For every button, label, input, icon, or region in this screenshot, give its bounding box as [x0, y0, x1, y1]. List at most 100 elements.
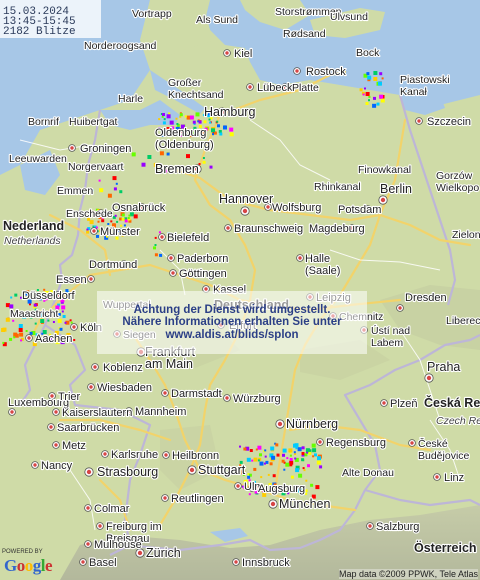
lightning-strike — [98, 179, 101, 182]
lightning-strike — [166, 114, 171, 119]
place-label: Stuttgart — [198, 463, 246, 477]
lightning-strike — [34, 322, 37, 325]
place-label: Augsburg — [258, 483, 305, 495]
lightning-strike — [209, 165, 213, 169]
place-label: Leeuwarden — [9, 153, 67, 165]
lightning-strike — [127, 217, 130, 219]
city-dot-center — [225, 51, 229, 55]
place-label: Rostock — [306, 66, 346, 78]
lightning-strike — [246, 457, 251, 462]
place-label: Koblenz — [103, 362, 143, 374]
lightning-strike — [264, 449, 267, 452]
lightning-strike — [373, 71, 378, 75]
lightning-strike — [159, 253, 163, 257]
place-label: Kiel — [234, 48, 252, 60]
lightning-strike — [195, 112, 200, 117]
lightning-strike — [116, 220, 119, 223]
lightning-strike — [9, 337, 13, 341]
lightning-strike — [12, 319, 15, 322]
city-dot-center — [295, 69, 299, 73]
lightning-strike — [365, 102, 369, 105]
lightning-strike — [14, 333, 19, 338]
place-label: Vortrapp — [132, 8, 172, 20]
city-dot-center — [169, 256, 173, 260]
place-label: Mulhouse — [94, 539, 142, 551]
place-label: Potsdam — [338, 204, 381, 216]
city-dot-center — [426, 375, 432, 381]
place-label: Kanał — [400, 86, 428, 98]
place-label: am Main — [145, 357, 193, 371]
weather-map[interactable]: Vortrapp Als SundStorstrømmenUlvsundRødsa… — [0, 0, 480, 580]
lightning-strike — [70, 321, 73, 324]
lightning-strike — [33, 303, 37, 307]
lightning-strike — [211, 128, 215, 133]
lightning-strike — [169, 120, 174, 125]
place-label: Harle — [118, 93, 143, 105]
lightning-strike — [202, 160, 206, 164]
place-label: Basel — [89, 557, 117, 569]
lightning-strike — [61, 310, 64, 313]
lightning-strike — [259, 461, 264, 466]
lightning-strike — [110, 220, 113, 223]
place-label: České — [418, 437, 448, 450]
lightning-strike — [107, 193, 112, 198]
place-label: Česká Rep — [424, 395, 480, 410]
place-label: Maastricht — [10, 308, 59, 320]
lightning-strike — [290, 475, 294, 479]
lightning-strike — [267, 473, 270, 476]
lightning-strike — [124, 219, 128, 223]
lightning-strike — [298, 473, 303, 478]
place-label: Kaiserslautern — [62, 407, 132, 419]
place-label: Heilbronn — [172, 450, 219, 462]
place-label: Düsseldorf — [22, 290, 76, 302]
city-dot-center — [410, 441, 414, 445]
lightning-strike — [153, 246, 156, 250]
place-label: Enschede — [66, 208, 113, 220]
place-label: Budějovice — [418, 450, 470, 462]
lightning-strike — [302, 467, 305, 470]
place-label: Mannheim — [135, 406, 186, 418]
lightning-strike — [86, 230, 90, 234]
place-label: Strasbourg — [97, 465, 158, 479]
lightning-strike — [229, 132, 234, 137]
lightning-strike — [107, 223, 110, 225]
lightning-strike — [368, 95, 371, 98]
place-label: Netherlands — [4, 235, 61, 247]
lightning-strike — [314, 453, 317, 457]
lightning-strike — [269, 462, 273, 466]
google-logo[interactable]: Google — [4, 556, 53, 576]
city-dot-center — [89, 277, 93, 281]
city-dot-center — [226, 226, 230, 230]
place-label: Colmar — [94, 503, 130, 515]
lightning-strike — [312, 448, 317, 453]
lightning-strike — [112, 176, 117, 181]
place-label: Platte — [292, 82, 319, 94]
lightning-strike — [282, 448, 287, 453]
lightning-strike — [198, 163, 201, 165]
notice-link[interactable]: www.aldis.at/blids/splon — [97, 329, 367, 341]
lightning-strike — [97, 220, 100, 223]
lightning-strike — [271, 455, 276, 460]
lightning-strike — [154, 236, 157, 239]
lightning-strike — [162, 113, 165, 116]
place-label: Großer — [168, 77, 202, 89]
lightning-strike — [301, 446, 305, 450]
place-label: Braunschweig — [234, 223, 303, 235]
lightning-strike — [189, 115, 194, 120]
lightning-strike — [311, 443, 316, 448]
lightning-strike — [247, 475, 251, 479]
place-label: Berlin — [380, 182, 412, 196]
lightning-strike — [248, 493, 251, 496]
lightning-strike — [259, 453, 262, 457]
place-label: Freiburg im — [106, 521, 162, 533]
city-dot-center — [368, 524, 372, 528]
lightning-strike — [154, 253, 158, 257]
place-label: Nancy — [41, 460, 73, 472]
place-label: Hamburg — [204, 105, 255, 119]
lightning-strike — [288, 448, 293, 453]
place-label: Alte Donau — [342, 467, 394, 479]
lightning-strike — [378, 81, 382, 86]
place-label: Linz — [444, 472, 464, 484]
city-dot-center — [86, 469, 92, 475]
lightning-strike — [158, 231, 161, 234]
